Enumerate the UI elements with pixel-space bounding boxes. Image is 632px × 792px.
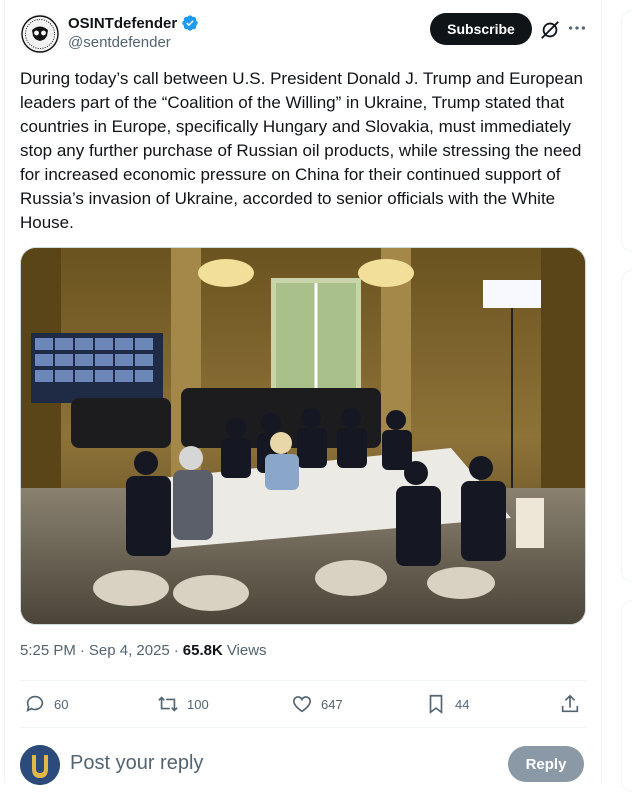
views-label: Views	[226, 642, 267, 659]
grok-icon[interactable]	[539, 19, 561, 41]
repost-icon	[158, 696, 178, 712]
author-handle[interactable]: @sentdefender	[68, 34, 171, 51]
author-name-row[interactable]: OSINTdefender	[68, 14, 199, 32]
author-avatar[interactable]	[20, 14, 60, 54]
divider	[20, 727, 586, 728]
meta-separator: ·	[79, 642, 85, 659]
reply-action[interactable]: 60	[24, 692, 68, 716]
repost-action[interactable]: 100	[157, 692, 209, 716]
side-card	[621, 270, 632, 582]
post-time[interactable]: 5:25 PM	[20, 642, 76, 659]
heart-icon	[292, 696, 312, 713]
share-action[interactable]	[559, 692, 581, 716]
reply-count: 60	[54, 696, 69, 712]
current-user-avatar[interactable]	[20, 745, 60, 785]
side-card	[621, 10, 632, 252]
views-count: 65.8K	[182, 642, 223, 659]
author-name[interactable]: OSINTdefender	[68, 15, 177, 32]
reply-input[interactable]: Post your reply	[70, 752, 203, 775]
reply-button[interactable]: Reply	[508, 746, 584, 782]
side-card	[621, 600, 632, 792]
post-photo[interactable]	[20, 247, 586, 625]
bookmark-icon	[429, 694, 443, 714]
divider	[20, 680, 586, 681]
verified-badge-icon	[182, 15, 198, 31]
bookmark-count: 44	[455, 696, 470, 712]
more-icon[interactable]	[566, 17, 588, 39]
meta-separator: ·	[173, 642, 179, 659]
share-icon	[561, 694, 579, 713]
post-date[interactable]: Sep 4, 2025	[89, 642, 170, 659]
reply-icon	[26, 695, 44, 712]
post-meta: 5:25 PM · Sep 4, 2025 · 65.8K Views	[20, 642, 267, 659]
post-text: During today’s call between U.S. Preside…	[20, 69, 583, 232]
bookmark-action[interactable]: 44	[425, 692, 469, 716]
like-action[interactable]: 647	[291, 692, 343, 716]
repost-count: 100	[187, 696, 209, 712]
subscribe-button[interactable]: Subscribe	[430, 13, 532, 45]
like-count: 647	[321, 696, 343, 712]
